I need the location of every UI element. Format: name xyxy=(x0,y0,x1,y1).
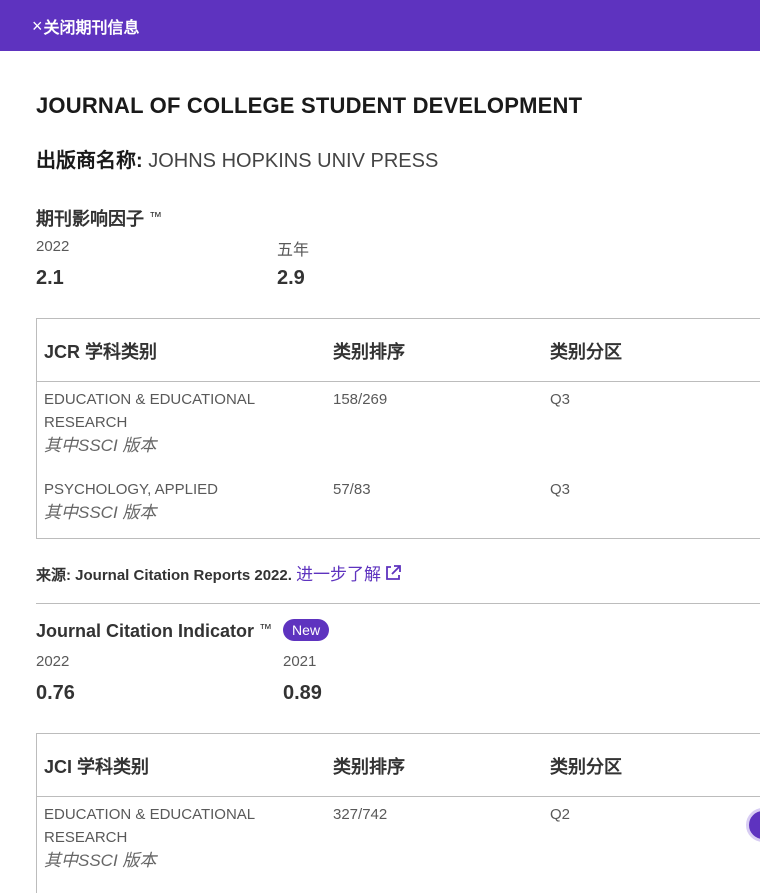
jci-year-label: 2022 xyxy=(36,653,70,670)
category-cell: EDUCATION & EDUCATIONAL RESEARCH 其中SSCI … xyxy=(44,388,304,457)
edition-label: 其中SSCI 版本 xyxy=(44,436,157,455)
jci-title: Journal Citation Indicator xyxy=(36,621,255,641)
jci-prev-year-label: 2021 xyxy=(283,653,317,670)
learn-more-label: 进一步了解 xyxy=(296,565,382,584)
category-name: EDUCATION & EDUCATIONAL RESEARCH xyxy=(44,391,255,431)
impact-factor-heading: 期刊影响因子 ™ xyxy=(36,205,162,231)
rank-cell: 57/83 xyxy=(333,481,371,498)
category-cell: PSYCHOLOGY, APPLIED 其中SSCI 版本 xyxy=(44,478,304,524)
jci-prev-year-value: 0.89 xyxy=(283,682,322,704)
jci-year-value: 0.76 xyxy=(36,682,75,704)
jci-header-quartile: 类别分区 xyxy=(550,757,622,777)
rank-cell: 158/269 xyxy=(333,391,388,408)
quartile-cell: Q3 xyxy=(550,391,571,408)
jcr-table-header: JCR 学科类别 类别排序 类别分区 xyxy=(37,319,760,382)
impact-factor-title: 期刊影响因子 xyxy=(36,209,144,229)
section-divider xyxy=(36,603,760,604)
jci-table-header: JCI 学科类别 类别排序 类别分区 xyxy=(37,734,760,797)
category-name: EDUCATION & EDUCATIONAL RESEARCH xyxy=(44,806,255,846)
close-label: 关闭期刊信息 xyxy=(43,20,140,37)
if-five-year-value: 2.9 xyxy=(277,267,305,289)
publisher-line: 出版商名称: JOHNS HOPKINS UNIV PRESS xyxy=(36,144,438,173)
jcr-header-rank: 类别排序 xyxy=(333,342,405,362)
if-year-value: 2.1 xyxy=(36,267,64,289)
learn-more-link[interactable]: 进一步了解 xyxy=(296,565,402,584)
external-link-icon xyxy=(386,565,401,580)
jci-heading: Journal Citation Indicator ™ New xyxy=(36,619,330,642)
edition-label: 其中SSCI 版本 xyxy=(44,851,157,870)
jci-category-table: JCI 学科类别 类别排序 类别分区 EDUCATION & EDUCATION… xyxy=(36,733,760,893)
if-five-year-label: 五年 xyxy=(277,242,310,259)
close-icon: × xyxy=(32,15,43,36)
quartile-cell: Q2 xyxy=(550,806,571,823)
trademark-mark: ™ xyxy=(259,621,273,636)
jcr-header-quartile: 类别分区 xyxy=(550,342,622,362)
publisher-value: JOHNS HOPKINS UNIV PRESS xyxy=(148,150,439,172)
quartile-cell: Q3 xyxy=(550,481,571,498)
jci-header-category: JCI 学科类别 xyxy=(44,757,150,777)
jcr-header-category: JCR 学科类别 xyxy=(44,342,158,362)
trademark-mark: ™ xyxy=(149,209,163,224)
jcr-category-table: JCR 学科类别 类别排序 类别分区 EDUCATION & EDUCATION… xyxy=(36,318,760,539)
close-journal-info-button[interactable]: × 关闭期刊信息 xyxy=(32,14,140,38)
source-label: 来源: xyxy=(36,567,71,584)
source-text: Journal Citation Reports 2022. xyxy=(75,567,292,584)
publisher-label: 出版商名称: xyxy=(36,150,143,172)
if-year-label: 2022 xyxy=(36,238,70,255)
journal-title: JOURNAL OF COLLEGE STUDENT DEVELOPMENT xyxy=(36,93,583,118)
category-name: PSYCHOLOGY, APPLIED xyxy=(44,481,218,498)
jci-header-rank: 类别排序 xyxy=(333,757,405,777)
rank-cell: 327/742 xyxy=(333,806,388,823)
category-cell: EDUCATION & EDUCATIONAL RESEARCH 其中SSCI … xyxy=(44,803,304,872)
new-badge: New xyxy=(283,619,330,641)
edition-label: 其中SSCI 版本 xyxy=(44,503,157,522)
source-line: 来源: Journal Citation Reports 2022. 进一步了解 xyxy=(36,560,402,585)
top-bar: × 关闭期刊信息 xyxy=(0,0,760,51)
